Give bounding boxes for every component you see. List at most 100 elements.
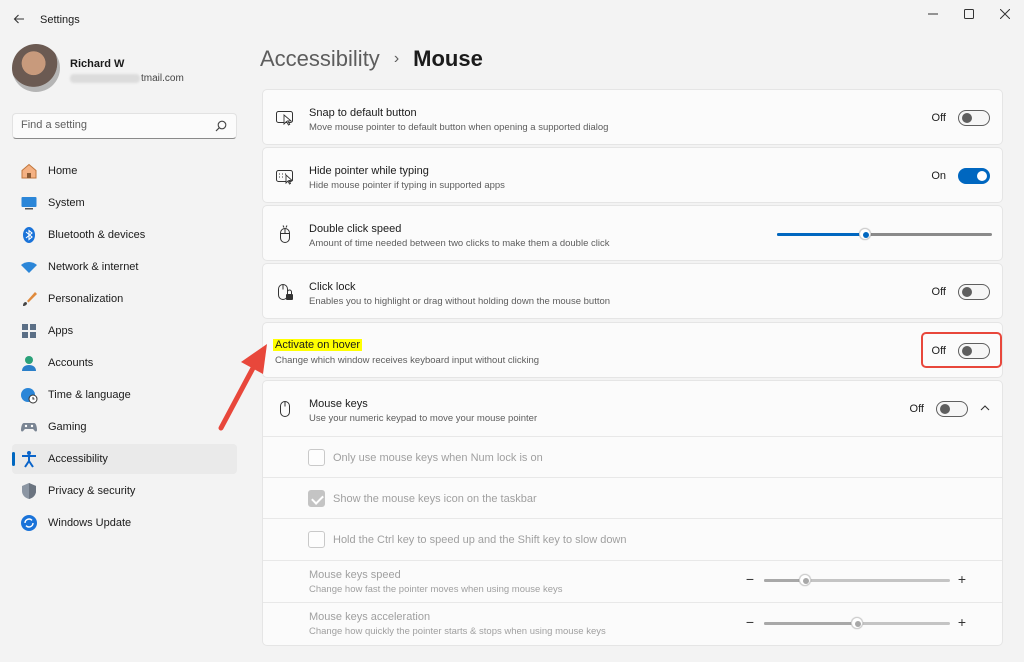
sidebar-item-label: Accessibility bbox=[48, 453, 108, 465]
sidebar-item-label: System bbox=[48, 197, 85, 209]
sidebar-item-windows-update[interactable]: Windows Update bbox=[12, 508, 237, 538]
numlock-checkbox[interactable] bbox=[308, 449, 325, 466]
taskbar-icon-checkbox[interactable] bbox=[308, 490, 325, 507]
setting-description: Change how fast the pointer moves when u… bbox=[309, 584, 563, 595]
setting-description: Amount of time needed between two clicks… bbox=[309, 238, 610, 249]
bluetooth-icon bbox=[20, 226, 38, 244]
gamepad-icon bbox=[20, 418, 38, 436]
snap-toggle-group: Off bbox=[932, 110, 990, 126]
toggle-state-label: Off bbox=[909, 403, 924, 415]
sidebar-item-gaming[interactable]: Gaming bbox=[12, 412, 237, 442]
sidebar-item-bluetooth[interactable]: Bluetooth & devices bbox=[12, 220, 237, 250]
checkbox-label: Only use mouse keys when Num lock is on bbox=[333, 452, 543, 464]
slider-thumb[interactable] bbox=[798, 574, 811, 586]
accessibility-icon bbox=[20, 450, 38, 468]
pointer-snap-icon bbox=[276, 111, 293, 126]
click-lock-toggle[interactable] bbox=[958, 284, 990, 300]
sidebar-item-privacy[interactable]: Privacy & security bbox=[12, 476, 237, 506]
increase-speed-button[interactable]: + bbox=[956, 571, 968, 587]
setting-title: Mouse keys acceleration bbox=[309, 611, 431, 623]
setting-description: Change which window receives keyboard in… bbox=[275, 355, 540, 366]
search-box[interactable] bbox=[12, 113, 237, 139]
search-icon bbox=[215, 120, 227, 132]
setting-double-click-speed: Double click speed Amount of time needed… bbox=[262, 205, 1003, 261]
search-input[interactable] bbox=[21, 119, 206, 131]
sidebar-item-time-language[interactable]: Time & language bbox=[12, 380, 237, 410]
slider-thumb[interactable] bbox=[851, 617, 863, 629]
sidebar-item-personalization[interactable]: Personalization bbox=[12, 284, 237, 314]
decrease-acceleration-button[interactable]: − bbox=[744, 614, 756, 630]
chevron-right-icon: › bbox=[393, 50, 400, 67]
slider-fill bbox=[764, 622, 857, 625]
setting-snap-to-default: Snap to default button Move mouse pointe… bbox=[262, 89, 1003, 145]
setting-description: Enables you to highlight or drag without… bbox=[309, 296, 611, 307]
user-email-suffix: tmail.com bbox=[141, 73, 184, 84]
setting-title: Double click speed bbox=[309, 223, 402, 235]
annotation-highlight-box bbox=[921, 332, 1002, 368]
setting-activate-on-hover: Activate on hover Change which window re… bbox=[262, 322, 1003, 378]
user-email: tmail.com bbox=[70, 73, 184, 84]
breadcrumb-parent[interactable]: Accessibility bbox=[260, 46, 380, 72]
app-title: Settings bbox=[40, 14, 80, 26]
click-lock-toggle-group: Off bbox=[932, 284, 990, 300]
setting-title: Hide pointer while typing bbox=[309, 165, 429, 177]
sidebar-item-label: Time & language bbox=[48, 389, 131, 401]
mouse-keys-speed-slider[interactable] bbox=[764, 573, 950, 587]
sidebar-item-system[interactable]: System bbox=[12, 188, 237, 218]
setting-mouse-keys-group: Mouse keys Use your numeric keypad to mo… bbox=[262, 380, 1003, 646]
sidebar-item-network[interactable]: Network & internet bbox=[12, 252, 237, 282]
slider-thumb[interactable] bbox=[859, 228, 872, 240]
toggle-state-label: Off bbox=[931, 112, 946, 124]
minimize-button[interactable] bbox=[918, 4, 948, 24]
back-button[interactable] bbox=[8, 8, 30, 30]
option-numlock-row: Only use mouse keys when Num lock is on bbox=[263, 437, 1002, 478]
setting-title: Mouse keys speed bbox=[309, 569, 401, 581]
toggle-state-label: On bbox=[931, 170, 946, 182]
setting-description: Move mouse pointer to default button whe… bbox=[309, 122, 609, 133]
setting-title: Mouse keys bbox=[309, 398, 368, 410]
accounts-icon bbox=[20, 354, 38, 372]
home-icon bbox=[20, 162, 38, 180]
mouse-icon bbox=[280, 401, 290, 417]
highlighted-title: Activate on hover bbox=[273, 339, 362, 351]
mouse-keys-toggle[interactable] bbox=[936, 401, 968, 417]
checkbox-label: Hold the Ctrl key to speed up and the Sh… bbox=[333, 534, 627, 546]
mouse-keys-acceleration-slider[interactable] bbox=[764, 616, 950, 630]
user-profile[interactable]: Richard W tmail.com bbox=[12, 44, 237, 96]
snap-toggle[interactable] bbox=[958, 110, 990, 126]
setting-description: Use your numeric keypad to move your mou… bbox=[309, 413, 538, 424]
increase-acceleration-button[interactable]: + bbox=[956, 614, 968, 630]
sidebar-item-label: Windows Update bbox=[48, 517, 132, 529]
close-button[interactable] bbox=[990, 4, 1020, 24]
decrease-speed-button[interactable]: − bbox=[744, 571, 756, 587]
checkbox-label: Show the mouse keys icon on the taskbar bbox=[333, 493, 537, 505]
toggle-state-label: Off bbox=[931, 286, 946, 298]
breadcrumb: Accessibility › Mouse bbox=[260, 46, 483, 72]
chevron-up-icon[interactable] bbox=[980, 404, 990, 412]
sidebar-item-home[interactable]: Home bbox=[12, 156, 237, 186]
mouse-click-icon bbox=[280, 225, 290, 243]
sidebar-item-label: Privacy & security bbox=[48, 485, 136, 497]
sidebar-item-label: Accounts bbox=[48, 357, 94, 369]
mouse-keys-toggle-group: Off bbox=[910, 401, 968, 417]
minimize-icon bbox=[928, 13, 938, 15]
sidebar-item-label: Home bbox=[48, 165, 78, 177]
email-redaction bbox=[70, 73, 140, 83]
sidebar-item-label: Gaming bbox=[48, 421, 87, 433]
setting-description: Hide mouse pointer if typing in supporte… bbox=[309, 180, 505, 191]
mouse-keys-acceleration-row: Mouse keys acceleration Change how quick… bbox=[263, 603, 1002, 646]
sidebar-item-accounts[interactable]: Accounts bbox=[12, 348, 237, 378]
setting-title: Activate on hover bbox=[273, 339, 362, 351]
title-bar: Settings bbox=[0, 0, 1024, 38]
mouse-keys-header[interactable]: Mouse keys Use your numeric keypad to mo… bbox=[263, 381, 1002, 437]
option-ctrl-shift-row: Hold the Ctrl key to speed up and the Sh… bbox=[263, 519, 1002, 561]
hide-pointer-toggle[interactable] bbox=[958, 168, 990, 184]
sidebar-item-accessibility[interactable]: Accessibility bbox=[12, 444, 237, 474]
sidebar-item-label: Personalization bbox=[48, 293, 124, 305]
double-click-slider[interactable] bbox=[777, 227, 992, 241]
sidebar-item-label: Network & internet bbox=[48, 261, 139, 273]
mouse-lock-icon bbox=[278, 284, 293, 300]
ctrl-shift-checkbox[interactable] bbox=[308, 531, 325, 548]
maximize-button[interactable] bbox=[954, 4, 984, 24]
sidebar-item-apps[interactable]: Apps bbox=[12, 316, 237, 346]
